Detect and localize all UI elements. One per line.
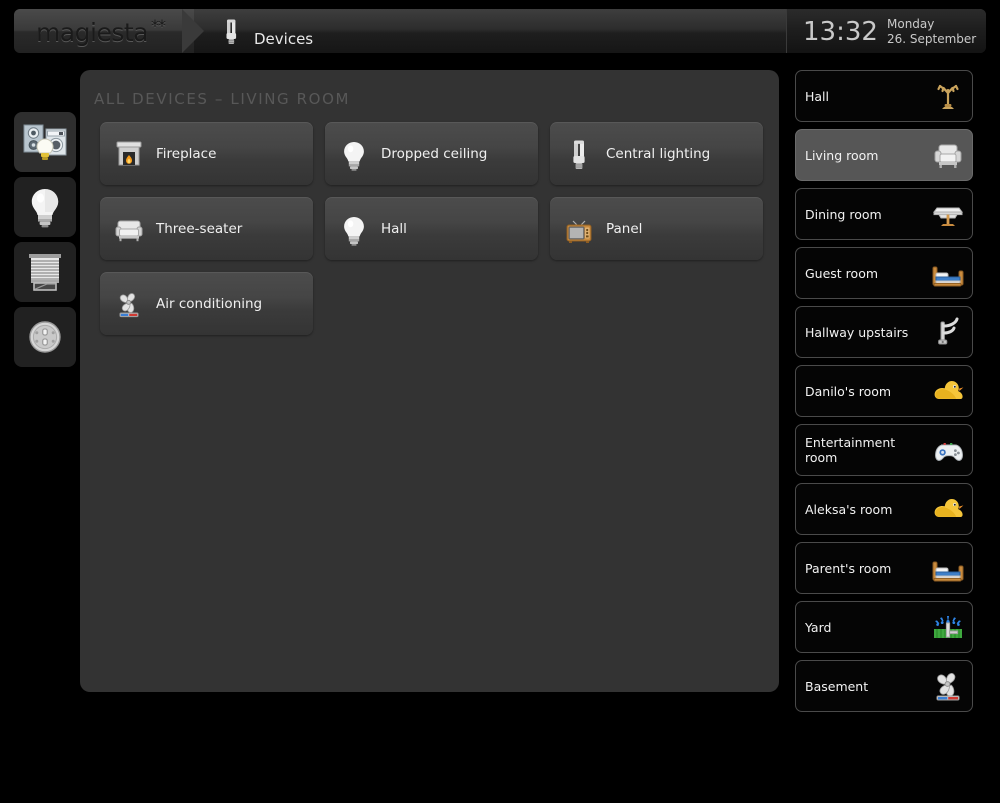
left-sidebar-nav — [14, 112, 76, 372]
logo-block[interactable]: magiesta ** — [14, 9, 194, 53]
logo-text: magiesta — [36, 18, 149, 47]
device-label: Hall — [381, 220, 407, 237]
device-tile-central-lighting[interactable]: Central lighting — [550, 122, 763, 185]
room-label: Danilo's room — [805, 383, 892, 399]
logo-arrow-divider — [182, 9, 204, 53]
room-item-guest-room[interactable]: Guest room — [795, 247, 973, 299]
room-item-entertainment-room[interactable]: Entertainment room — [795, 424, 973, 476]
fireplace-icon — [114, 139, 144, 169]
sidebar-item-all-devices[interactable] — [14, 112, 76, 172]
rubber-duck-icon — [930, 491, 966, 527]
room-label: Hall — [805, 88, 830, 104]
sidebar-item-lighting[interactable] — [14, 177, 76, 237]
gamepad-icon — [930, 432, 966, 468]
power-socket-icon — [23, 315, 67, 359]
room-item-basement[interactable]: Basement — [795, 660, 973, 712]
coat-hook-icon — [930, 314, 966, 350]
all-devices-icon — [22, 119, 68, 165]
clock-time: 13:32 — [803, 17, 878, 47]
device-tile-grid: Fireplace Dropped ceiling Central lighti… — [100, 122, 766, 335]
room-label: Parent's room — [805, 560, 892, 576]
sidebar-item-blinds[interactable] — [14, 242, 76, 302]
lightbulb-icon — [25, 185, 65, 229]
clock-date: 26. September — [887, 32, 977, 46]
logo-stars: ** — [151, 16, 166, 35]
device-label: Dropped ceiling — [381, 145, 488, 162]
ac-fan-icon — [114, 289, 144, 319]
page-title: Devices — [254, 30, 314, 48]
armchair-icon — [930, 137, 966, 173]
cfl-bulb-icon — [219, 18, 245, 46]
device-tile-three-seater[interactable]: Three-seater — [100, 197, 313, 260]
room-label: Guest room — [805, 265, 879, 281]
panel-title: ALL DEVICES – LIVING ROOM — [94, 90, 351, 108]
sidebar-item-sockets[interactable] — [14, 307, 76, 367]
room-item-hall[interactable]: Hall — [795, 70, 973, 122]
room-item-hallway-upstairs[interactable]: Hallway upstairs — [795, 306, 973, 358]
device-tile-panel[interactable]: Panel — [550, 197, 763, 260]
room-item-parents-room[interactable]: Parent's room — [795, 542, 973, 594]
room-label: Hallway upstairs — [805, 324, 909, 340]
device-tile-air-conditioning[interactable]: Air conditioning — [100, 272, 313, 335]
room-list: Hall Living room Dining room Guest room … — [795, 70, 973, 719]
top-bar: magiesta ** Devices 13:32 Monday 26. Sep… — [14, 9, 986, 53]
device-tile-fireplace[interactable]: Fireplace — [100, 122, 313, 185]
device-tile-dropped-ceiling[interactable]: Dropped ceiling — [325, 122, 538, 185]
lightbulb-icon — [339, 214, 369, 246]
device-tile-hall[interactable]: Hall — [325, 197, 538, 260]
room-item-danilos-room[interactable]: Danilo's room — [795, 365, 973, 417]
clock-block: 13:32 Monday 26. September — [786, 9, 986, 53]
rubber-duck-icon — [930, 373, 966, 409]
devices-panel: ALL DEVICES – LIVING ROOM Fireplace Drop… — [80, 70, 779, 692]
room-label: Living room — [805, 147, 879, 163]
room-label: Yard — [805, 619, 832, 635]
device-label: Fireplace — [156, 145, 217, 162]
bed-icon — [930, 255, 966, 291]
bed-icon — [930, 550, 966, 586]
device-label: Air conditioning — [156, 295, 263, 312]
room-item-yard[interactable]: Yard — [795, 601, 973, 653]
ac-fan-icon — [930, 668, 966, 704]
clock-day: Monday — [887, 17, 935, 31]
dining-table-icon — [930, 196, 966, 232]
room-item-living-room[interactable]: Living room — [795, 129, 973, 181]
room-item-dining-room[interactable]: Dining room — [795, 188, 973, 240]
room-item-aleksas-room[interactable]: Aleksa's room — [795, 483, 973, 535]
sprinkler-icon — [930, 609, 966, 645]
blinds-icon — [23, 250, 67, 294]
device-label: Panel — [606, 220, 643, 237]
tv-icon — [564, 214, 594, 244]
room-label: Entertainment room — [805, 435, 896, 465]
lightbulb-icon — [339, 139, 369, 171]
magiesta-home-automation-screen: magiesta ** Devices 13:32 Monday 26. Sep… — [0, 0, 1000, 803]
device-label: Three-seater — [156, 220, 243, 237]
coat-rack-icon — [930, 78, 966, 114]
room-label: Aleksa's room — [805, 501, 893, 517]
room-label: Basement — [805, 678, 869, 694]
sofa-icon — [114, 214, 144, 244]
device-label: Central lighting — [606, 145, 711, 162]
cfl-bulb-icon — [564, 139, 594, 169]
room-label: Dining room — [805, 206, 882, 222]
